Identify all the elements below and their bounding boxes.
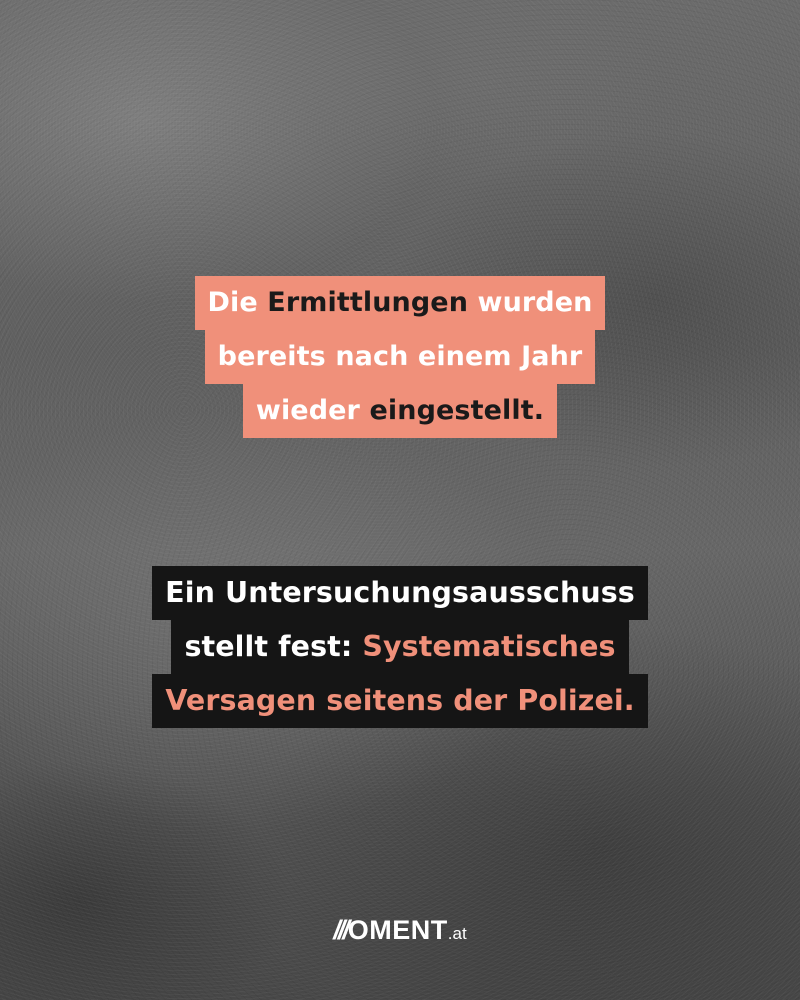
statement-committee-line-2: stellt fest: Systematisches <box>171 620 629 674</box>
text-die: Die <box>207 287 268 318</box>
text-systematisches-emphasis: Systematisches <box>362 630 616 663</box>
statement-investigation-line-3: wieder eingestellt. <box>242 384 558 438</box>
statement-investigation: Die Ermittlungen wurden bereits nach ein… <box>0 276 800 438</box>
text-ermittlungen-emphasis: Ermittlungen <box>267 287 469 318</box>
moment-logo: ///OMENT.at <box>0 915 800 946</box>
text-wieder: wieder <box>255 395 370 426</box>
text-wurden: wurden <box>468 287 593 318</box>
logo-tld: .at <box>447 924 467 943</box>
text-untersuchungsausschuss: Ein Untersuchungsausschuss <box>165 576 635 609</box>
statement-committee-line-1: Ein Untersuchungsausschuss <box>152 566 648 620</box>
logo-name: OMENT <box>347 915 448 945</box>
text-bereits-nach-einem-jahr: bereits nach einem Jahr <box>217 341 583 372</box>
text-versagen-polizei-emphasis: Versagen seitens der Polizei. <box>165 684 635 717</box>
text-eingestellt-emphasis: eingestellt. <box>369 395 545 426</box>
text-stellt-fest: stellt fest: <box>184 630 363 663</box>
statement-committee: Ein Untersuchungsausschuss stellt fest: … <box>0 566 800 728</box>
statement-investigation-line-1: Die Ermittlungen wurden <box>194 276 606 330</box>
statement-investigation-line-2: bereits nach einem Jahr <box>204 330 596 384</box>
logo-slashes: /// <box>333 915 349 945</box>
concrete-texture-background <box>0 0 800 1000</box>
statement-committee-line-3: Versagen seitens der Polizei. <box>152 674 648 728</box>
